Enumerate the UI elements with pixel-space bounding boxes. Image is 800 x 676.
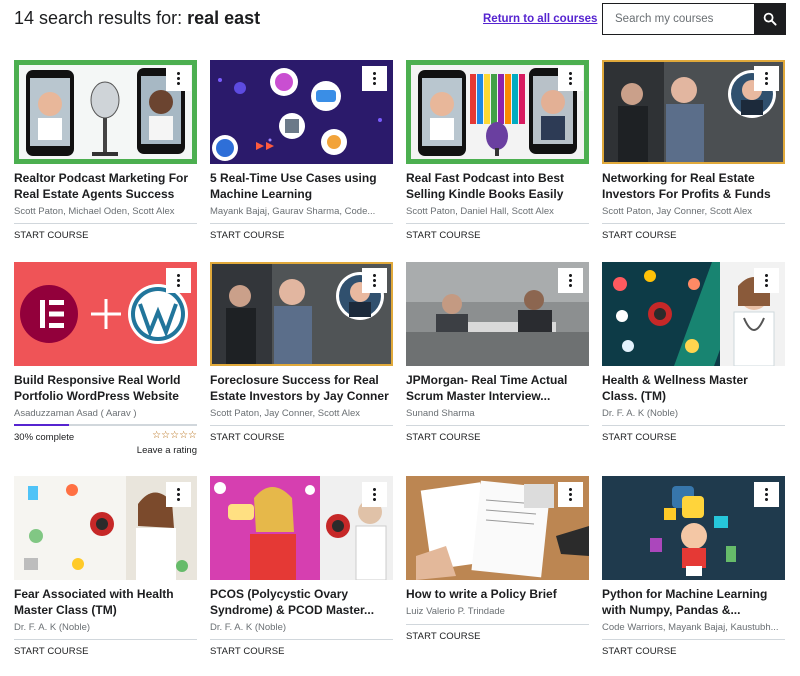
course-options-button[interactable]: [558, 66, 583, 91]
course-authors: Dr. F. A. K (Noble): [602, 408, 679, 419]
course-progress-fill: [14, 424, 69, 426]
start-course-button[interactable]: START COURSE: [210, 230, 285, 241]
course-thumbnail[interactable]: [406, 476, 589, 580]
rating-stars-icon[interactable]: ☆☆☆☆☆: [152, 430, 197, 441]
course-title[interactable]: Build Responsive Real World Portfolio Wor…: [14, 373, 197, 404]
more-vertical-icon: [373, 72, 376, 85]
course-title[interactable]: Python for Machine Learning with Numpy, P…: [602, 587, 785, 618]
course-thumbnail[interactable]: [210, 476, 393, 580]
course-authors: Asaduzzaman Asad ( Aarav ): [14, 408, 137, 419]
start-course-button[interactable]: START COURSE: [602, 646, 677, 657]
course-options-button[interactable]: [166, 66, 191, 91]
course-authors: Dr. F. A. K (Noble): [210, 622, 287, 633]
course-thumbnail[interactable]: [14, 476, 197, 580]
course-authors: Scott Paton, Daniel Hall, Scott Alex: [406, 206, 554, 217]
return-to-all-courses-link[interactable]: Return to all courses: [483, 13, 597, 25]
course-title[interactable]: Real Fast Podcast into Best Selling Kindl…: [406, 171, 589, 202]
course-options-button[interactable]: [558, 268, 583, 293]
course-title[interactable]: Networking for Real Estate Investors For …: [602, 171, 785, 202]
start-course-button[interactable]: START COURSE: [406, 230, 481, 241]
course-authors: Luiz Valerio P. Trindade: [406, 606, 505, 617]
start-course-button[interactable]: START COURSE: [210, 432, 285, 443]
course-thumbnail[interactable]: [14, 60, 197, 164]
more-vertical-icon: [373, 274, 376, 287]
course-thumbnail[interactable]: [602, 60, 785, 164]
search-icon: [763, 12, 777, 26]
card-divider: [406, 624, 589, 625]
course-authors: Mayank Bajaj, Gaurav Sharma, Code...: [210, 206, 376, 217]
card-divider: [210, 639, 393, 640]
course-options-button[interactable]: [362, 482, 387, 507]
start-course-button[interactable]: START COURSE: [602, 230, 677, 241]
page-header: 14 search results for: real east Return …: [14, 0, 786, 38]
more-vertical-icon: [373, 488, 376, 501]
page-title: 14 search results for: real east: [14, 8, 260, 29]
search-form: [602, 3, 786, 35]
course-options-button[interactable]: [558, 482, 583, 507]
course-title[interactable]: Fear Associated with Health Master Class …: [14, 587, 197, 618]
card-divider: [602, 223, 785, 224]
more-vertical-icon: [177, 488, 180, 501]
search-query-text: real east: [187, 8, 261, 28]
course-title[interactable]: 5 Real-Time Use Cases using Machine Learn…: [210, 171, 393, 202]
course-options-button[interactable]: [362, 268, 387, 293]
course-thumbnail[interactable]: [406, 262, 589, 366]
start-course-button[interactable]: START COURSE: [406, 432, 481, 443]
progress-text: 30% complete: [14, 432, 75, 443]
start-course-button[interactable]: START COURSE: [14, 230, 89, 241]
course-options-button[interactable]: [754, 66, 779, 91]
course-thumbnail[interactable]: [14, 262, 197, 366]
start-course-button[interactable]: START COURSE: [14, 646, 89, 657]
course-thumbnail[interactable]: [602, 262, 785, 366]
more-vertical-icon: [569, 72, 572, 85]
more-vertical-icon: [177, 274, 180, 287]
course-thumbnail[interactable]: [602, 476, 785, 580]
results-count-text: 14 search results for:: [14, 8, 183, 28]
start-course-button[interactable]: START COURSE: [406, 631, 481, 642]
card-divider: [406, 223, 589, 224]
start-course-button[interactable]: START COURSE: [602, 432, 677, 443]
card-divider: [210, 425, 393, 426]
course-thumbnail[interactable]: [406, 60, 589, 164]
course-authors: Dr. F. A. K (Noble): [14, 622, 91, 633]
more-vertical-icon: [569, 488, 572, 501]
course-authors: Scott Paton, Jay Conner, Scott Alex: [210, 408, 360, 419]
search-input[interactable]: [602, 3, 754, 35]
course-title[interactable]: Foreclosure Success for Real Estate Inves…: [210, 373, 393, 404]
more-vertical-icon: [569, 274, 572, 287]
card-divider: [210, 223, 393, 224]
card-divider: [406, 425, 589, 426]
course-options-button[interactable]: [754, 268, 779, 293]
card-divider: [602, 639, 785, 640]
course-title[interactable]: JPMorgan- Real Time Actual Scrum Master I…: [406, 373, 589, 404]
course-options-button[interactable]: [754, 482, 779, 507]
course-title[interactable]: How to write a Policy Brief: [406, 587, 589, 603]
course-authors: Sunand Sharma: [406, 408, 475, 419]
more-vertical-icon: [177, 72, 180, 85]
leave-rating-link[interactable]: Leave a rating: [137, 445, 197, 456]
course-title[interactable]: PCOS (Polycystic Ovary Syndrome) & PCOD M…: [210, 587, 393, 618]
search-button[interactable]: [754, 3, 786, 35]
more-vertical-icon: [765, 72, 768, 85]
more-vertical-icon: [765, 274, 768, 287]
course-authors: Scott Paton, Michael Oden, Scott Alex: [14, 206, 175, 217]
card-divider: [602, 425, 785, 426]
card-divider: [14, 223, 197, 224]
course-thumbnail[interactable]: [210, 60, 393, 164]
course-title[interactable]: Realtor Podcast Marketing For Real Estate…: [14, 171, 197, 202]
card-divider: [14, 639, 197, 640]
course-options-button[interactable]: [166, 268, 191, 293]
course-thumbnail[interactable]: [210, 262, 393, 366]
more-vertical-icon: [765, 488, 768, 501]
course-authors: Code Warriors, Mayank Bajaj, Kaustubh...: [602, 622, 779, 633]
course-authors: Scott Paton, Jay Conner, Scott Alex: [602, 206, 752, 217]
course-progress-bar: [14, 424, 197, 426]
course-title[interactable]: Health & Wellness Master Class. (TM): [602, 373, 785, 404]
course-options-button[interactable]: [166, 482, 191, 507]
start-course-button[interactable]: START COURSE: [210, 646, 285, 657]
course-options-button[interactable]: [362, 66, 387, 91]
